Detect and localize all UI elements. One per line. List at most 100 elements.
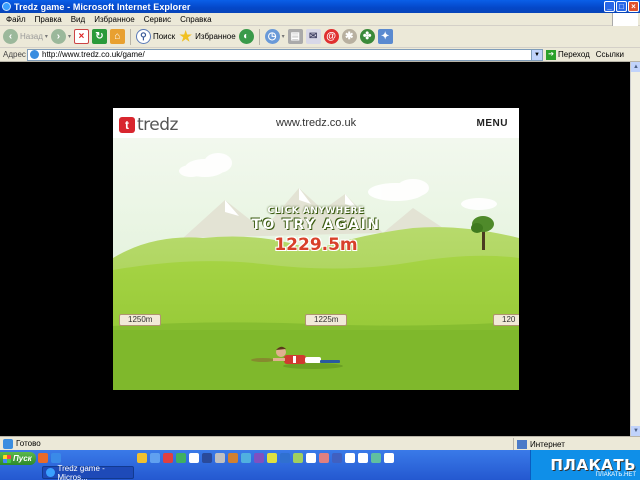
window-title-bar[interactable]: Tredz game - Microsoft Internet Explorer… bbox=[0, 0, 640, 13]
menu-file[interactable]: Файл bbox=[6, 15, 26, 24]
menu-tools[interactable]: Сервис bbox=[144, 15, 171, 24]
star-icon: ★ bbox=[179, 28, 192, 44]
media-button[interactable]: ◐ bbox=[238, 28, 254, 46]
history-button[interactable]: ◷ ▾ bbox=[264, 28, 285, 46]
app-icon[interactable] bbox=[332, 453, 342, 463]
toolbar-separator bbox=[258, 28, 260, 45]
menu-button[interactable]: MENU bbox=[477, 118, 508, 129]
maximize-button[interactable]: □ bbox=[616, 1, 627, 12]
app-icon[interactable] bbox=[254, 453, 264, 463]
printer-icon: ▤ bbox=[287, 29, 303, 44]
zone-label: Интернет bbox=[530, 439, 565, 449]
tredz-logo[interactable]: t tredz bbox=[119, 115, 178, 135]
scroll-up-icon[interactable]: ▲ bbox=[631, 62, 640, 72]
security-zone: Интернет bbox=[513, 438, 565, 450]
app-icon[interactable] bbox=[202, 453, 212, 463]
menu-edit[interactable]: Правка bbox=[35, 15, 62, 24]
discuss-button[interactable]: ✱ bbox=[341, 28, 357, 46]
messenger-icon: ✦ bbox=[377, 29, 393, 44]
app-icon[interactable] bbox=[293, 453, 303, 463]
game-canvas[interactable]: t tredz www.tredz.co.uk MENU CLICK ANYWH… bbox=[113, 108, 519, 390]
media-icon: ◐ bbox=[238, 29, 254, 44]
forward-button[interactable]: › ▾ bbox=[50, 28, 71, 46]
go-button[interactable]: ➔ Переход bbox=[546, 49, 590, 60]
home-icon: ⌂ bbox=[109, 29, 125, 44]
search-button[interactable]: ⚲ Поиск bbox=[135, 28, 175, 46]
toolbar: ‹ Назад ▾ › ▾ × ↻ ⌂ ⚲ Поиск ★ Избранное … bbox=[0, 26, 640, 48]
system-tray: ПЛАКАТЬ ПЛАКАТЬ.НЕТ bbox=[530, 450, 640, 480]
tredz-logo-text: tredz bbox=[137, 115, 178, 135]
click-anywhere-text: CLICK ANYWHERE bbox=[267, 206, 365, 216]
menu-view[interactable]: Вид bbox=[71, 15, 85, 24]
app-icon[interactable] bbox=[319, 453, 329, 463]
app-icon[interactable] bbox=[150, 453, 160, 463]
research-button[interactable]: ✤ bbox=[359, 28, 375, 46]
mail-button[interactable]: ✉ bbox=[305, 28, 321, 46]
gear-icon: ✱ bbox=[341, 29, 357, 44]
forward-arrow-icon: › bbox=[50, 29, 66, 44]
app-icon[interactable] bbox=[371, 453, 381, 463]
app-icon[interactable] bbox=[137, 453, 147, 463]
back-arrow-icon: ‹ bbox=[3, 29, 18, 44]
menu-favorites[interactable]: Избранное bbox=[94, 15, 135, 24]
windows-flag-icon bbox=[3, 454, 11, 463]
start-button[interactable]: Пуск bbox=[0, 452, 36, 465]
app-icon[interactable] bbox=[241, 453, 251, 463]
address-input[interactable]: http://www.tredz.co.uk/game/ ▼ bbox=[27, 48, 543, 61]
print-button[interactable]: ▤ bbox=[287, 28, 303, 46]
close-button[interactable]: × bbox=[628, 1, 639, 12]
app-icon[interactable] bbox=[267, 453, 277, 463]
chevron-down-icon: ▾ bbox=[281, 34, 285, 40]
favorites-button[interactable]: ★ Избранное bbox=[178, 28, 235, 46]
menu-help[interactable]: Справка bbox=[180, 15, 211, 24]
mail-icon: ✉ bbox=[305, 29, 321, 44]
chevron-down-icon[interactable]: ▼ bbox=[531, 49, 542, 60]
refresh-button[interactable]: ↻ bbox=[91, 28, 107, 46]
app-icon[interactable] bbox=[358, 453, 368, 463]
messenger-button[interactable]: @ bbox=[323, 28, 339, 46]
app-icon[interactable] bbox=[228, 453, 238, 463]
app-icon[interactable] bbox=[176, 453, 186, 463]
app-icon[interactable] bbox=[189, 453, 199, 463]
tredz-logo-mark: t bbox=[119, 117, 135, 133]
links-button[interactable]: Ссылки bbox=[596, 50, 624, 59]
quick-launch-icon[interactable] bbox=[38, 453, 48, 463]
game-scene[interactable] bbox=[113, 138, 519, 390]
quick-launch bbox=[38, 453, 61, 463]
status-text: Готово bbox=[16, 439, 41, 448]
app-icon[interactable] bbox=[163, 453, 173, 463]
window-title: Tredz game - Microsoft Internet Explorer bbox=[14, 1, 191, 12]
taskbar: Пуск Tredz game - Micros... ПЛАКАТЬ ПЛАК… bbox=[0, 450, 640, 480]
scroll-down-icon[interactable]: ▼ bbox=[631, 426, 640, 436]
back-button[interactable]: ‹ Назад ▾ bbox=[3, 28, 48, 46]
app-icon[interactable] bbox=[306, 453, 316, 463]
windows-logo-icon bbox=[612, 13, 638, 26]
vertical-scrollbar[interactable]: ▲ ▼ bbox=[630, 62, 640, 436]
taskbar-ie-window[interactable]: Tredz game - Micros... bbox=[42, 464, 134, 480]
home-button[interactable]: ⌂ bbox=[109, 28, 125, 46]
menu-bar: Файл Правка Вид Избранное Сервис Справка bbox=[0, 13, 640, 26]
address-bar: Адрес http://www.tredz.co.uk/game/ ▼ ➔ П… bbox=[0, 48, 640, 62]
extra-button[interactable]: ✦ bbox=[377, 28, 393, 46]
app-icon[interactable] bbox=[384, 453, 394, 463]
search-icon: ⚲ bbox=[135, 29, 151, 44]
page-viewport: ▲ ▼ t tredz www.tredz.co.uk MENU CLICK A… bbox=[0, 62, 640, 436]
site-url-text[interactable]: www.tredz.co.uk bbox=[276, 117, 356, 129]
app-icon[interactable] bbox=[280, 453, 290, 463]
game-over-message[interactable]: CLICK ANYWHERE TO TRY AGAIN 1229.5m bbox=[113, 206, 519, 255]
stop-icon: × bbox=[73, 29, 89, 44]
url-text[interactable]: http://www.tredz.co.uk/game/ bbox=[42, 50, 531, 59]
try-again-text: TO TRY AGAIN bbox=[251, 217, 381, 233]
minimize-button[interactable]: _ bbox=[604, 1, 615, 12]
watermark-subtext: ПЛАКАТЬ.НЕТ bbox=[595, 472, 636, 478]
game-header: t tredz www.tredz.co.uk MENU bbox=[113, 108, 519, 138]
stop-button[interactable]: × bbox=[73, 28, 89, 46]
distance-marker: 1250m bbox=[119, 314, 162, 326]
dirt-mark bbox=[251, 358, 275, 362]
quick-launch-icon[interactable] bbox=[51, 453, 61, 463]
app-icon[interactable] bbox=[345, 453, 355, 463]
app-icon[interactable] bbox=[215, 453, 225, 463]
quick-launch-icons bbox=[137, 453, 394, 463]
refresh-icon: ↻ bbox=[91, 29, 107, 44]
status-bar: Готово Интернет bbox=[0, 436, 640, 450]
